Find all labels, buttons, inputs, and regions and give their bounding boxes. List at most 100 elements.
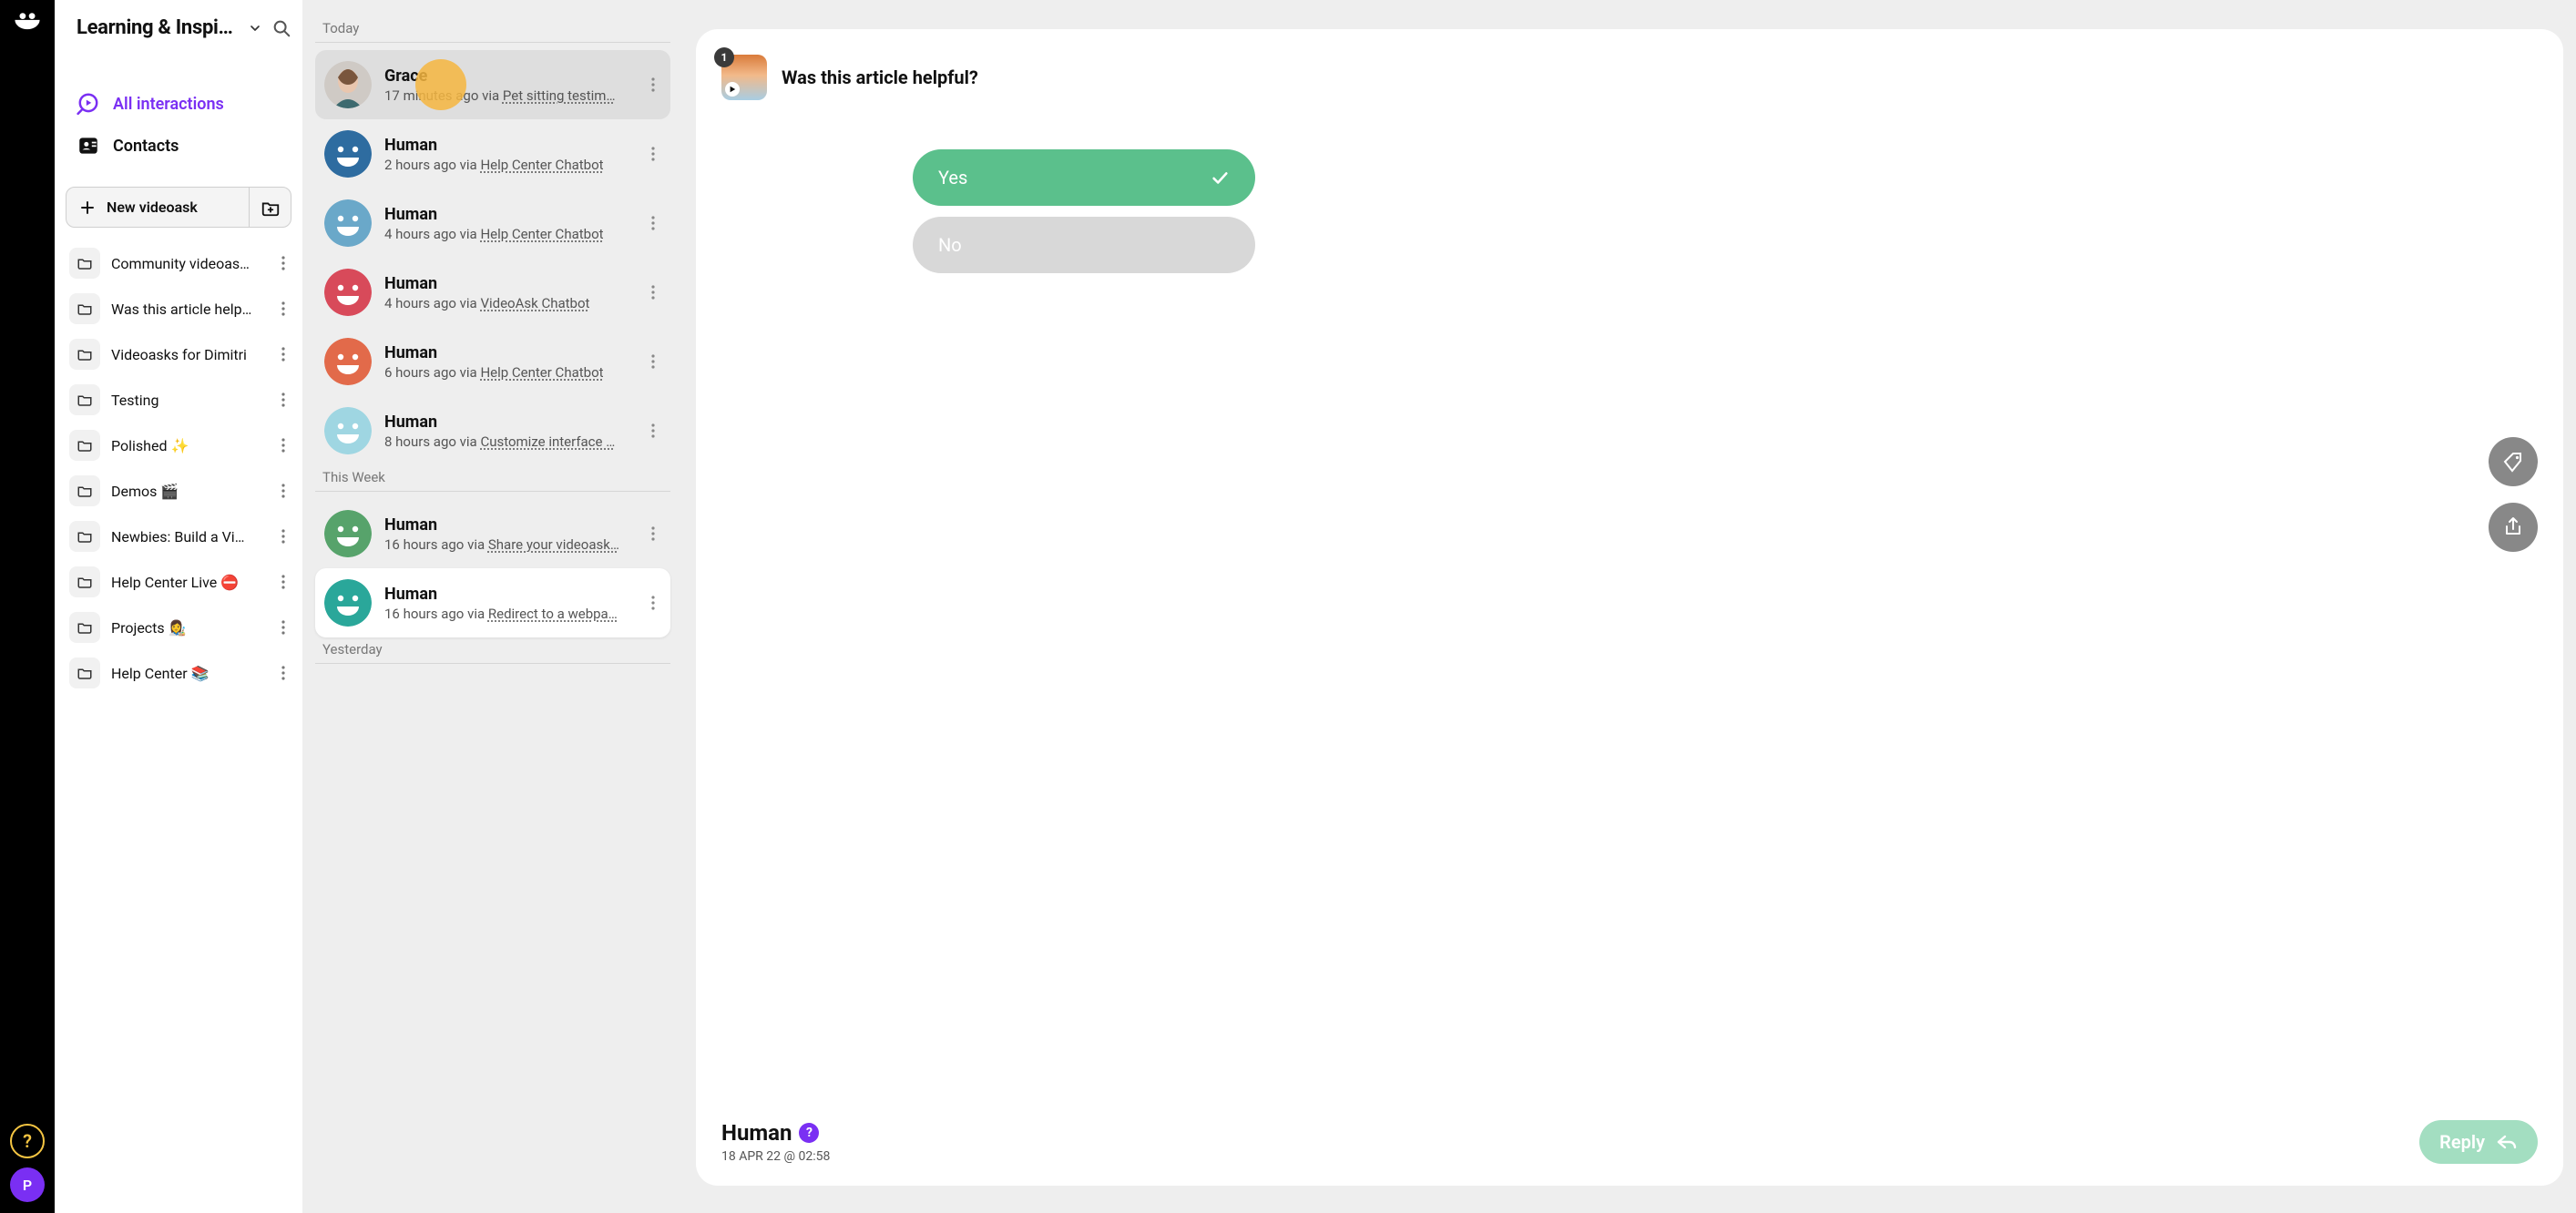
interaction-menu-button[interactable] (645, 353, 661, 370)
folder-icon (69, 566, 100, 597)
interaction-meta: 16 hours ago via Redirect to a webpa… (384, 606, 632, 622)
interaction-source-link[interactable]: VideoAsk Chatbot (480, 295, 589, 311)
interaction-meta: 4 hours ago via VideoAsk Chatbot (384, 295, 632, 311)
folder-icon (69, 475, 100, 506)
reply-button[interactable]: Reply (2419, 1120, 2538, 1164)
interaction-name: Human (384, 413, 632, 432)
interaction-item[interactable]: Human16 hours ago via Share your videoas… (315, 499, 670, 568)
sidebar: Learning & Inspi… All interactions Conta… (55, 0, 302, 1213)
interaction-source-link[interactable]: Share your videoask… (488, 536, 619, 553)
detail-panel: 1 Was this article helpful? Yes No Human… (696, 29, 2563, 1186)
folder-label: Community videoas… (111, 255, 264, 272)
interaction-menu-button[interactable] (645, 423, 661, 439)
folder-item[interactable]: Community videoas… (66, 240, 295, 286)
interaction-menu-button[interactable] (645, 595, 661, 611)
folder-menu-button[interactable] (275, 574, 291, 590)
tag-button[interactable] (2489, 437, 2538, 486)
folder-menu-button[interactable] (275, 528, 291, 545)
folder-label: Testing (111, 392, 264, 409)
folder-icon (69, 657, 100, 688)
new-videoask-label: New videoask (107, 199, 198, 216)
interaction-avatar (324, 338, 372, 385)
answer-yes-button[interactable]: Yes (913, 149, 1255, 206)
folder-icon (69, 612, 100, 643)
interaction-avatar (324, 269, 372, 316)
interaction-meta: 16 hours ago via Share your videoask… (384, 536, 632, 553)
folder-menu-button[interactable] (275, 665, 291, 681)
folder-icon (69, 430, 100, 461)
interaction-meta: 4 hours ago via Help Center Chatbot (384, 226, 632, 242)
help-button[interactable]: ? (10, 1124, 45, 1158)
interaction-meta: 8 hours ago via Customize interface … (384, 433, 632, 450)
interaction-source-link[interactable]: Help Center Chatbot (480, 364, 603, 381)
share-button[interactable] (2489, 503, 2538, 552)
interaction-item[interactable]: Human2 hours ago via Help Center Chatbot (315, 119, 670, 189)
tag-icon (2502, 451, 2524, 473)
interaction-item[interactable]: Human8 hours ago via Customize interface… (315, 396, 670, 465)
nav-all-interactions-label: All interactions (113, 95, 224, 114)
interaction-source-link[interactable]: Redirect to a webpa… (488, 606, 618, 622)
new-folder-button[interactable] (249, 188, 291, 227)
interaction-item[interactable]: Human 4 hours ago via Help Center Chatbot (315, 189, 670, 258)
interaction-source-link[interactable]: Help Center Chatbot (480, 157, 603, 173)
list-section-heading: This Week (315, 465, 670, 492)
user-avatar[interactable]: P (10, 1167, 45, 1202)
reply-icon (2496, 1131, 2518, 1153)
folder-menu-button[interactable] (275, 619, 291, 636)
folder-item[interactable]: Videoasks for Dimitri (66, 331, 295, 377)
folder-item[interactable]: Polished ✨ (66, 423, 295, 468)
folder-menu-button[interactable] (275, 483, 291, 499)
interaction-source-link[interactable]: Customize interface … (480, 433, 615, 450)
interaction-body: Human 4 hours ago via Help Center Chatbot (384, 205, 632, 242)
interaction-name: Human (384, 205, 632, 224)
folder-label: Projects 👩‍🎨 (111, 619, 264, 637)
interaction-item[interactable]: Human4 hours ago via VideoAsk Chatbot (315, 258, 670, 327)
nav-all-interactions[interactable]: All interactions (71, 83, 286, 125)
folder-icon (69, 248, 100, 279)
interaction-body: Human8 hours ago via Customize interface… (384, 413, 632, 450)
folder-menu-button[interactable] (275, 346, 291, 362)
interaction-avatar (324, 407, 372, 454)
new-videoask-button[interactable]: New videoask (66, 188, 249, 227)
folder-item[interactable]: Projects 👩‍🎨 (66, 605, 295, 650)
folder-item[interactable]: Demos 🎬 (66, 468, 295, 514)
new-videoask-row: New videoask (66, 187, 291, 228)
interaction-item[interactable]: Human6 hours ago via Help Center Chatbot (315, 327, 670, 396)
workspace-title: Learning & Inspi… (77, 16, 239, 39)
floating-actions (2489, 437, 2538, 552)
answer-no-button[interactable]: No (913, 217, 1255, 273)
interaction-item[interactable]: Human 16 hours ago via Redirect to a webp… (315, 568, 670, 637)
search-icon[interactable] (271, 18, 291, 38)
interaction-menu-button[interactable] (645, 146, 661, 162)
interaction-menu-button[interactable] (645, 215, 661, 231)
folder-label: Videoasks for Dimitri (111, 346, 264, 363)
interaction-avatar (324, 61, 372, 108)
folder-item[interactable]: Help Center Live ⛔ (66, 559, 295, 605)
interaction-source-link[interactable]: Pet sitting testim… (503, 87, 616, 104)
folder-item[interactable]: Was this article help… (66, 286, 295, 331)
interaction-name: Human (384, 343, 632, 362)
folder-label: Polished ✨ (111, 437, 264, 454)
folder-menu-button[interactable] (275, 392, 291, 408)
workspace-switcher[interactable]: Learning & Inspi… (55, 0, 302, 56)
folder-item[interactable]: Newbies: Build a Vi… (66, 514, 295, 559)
interaction-source-link[interactable]: Help Center Chatbot (480, 226, 603, 242)
interaction-name: Human (384, 136, 632, 155)
detail-header: 1 Was this article helpful? (721, 55, 2538, 100)
folder-item[interactable]: Help Center 📚 (66, 650, 295, 696)
interaction-item[interactable]: Grace17 minutes ago via Pet sitting test… (315, 50, 670, 119)
interaction-menu-button[interactable] (645, 76, 661, 93)
interaction-meta: 17 minutes ago via Pet sitting testim… (384, 87, 632, 104)
folder-menu-button[interactable] (275, 255, 291, 271)
folder-item[interactable]: Testing (66, 377, 295, 423)
folder-menu-button[interactable] (275, 301, 291, 317)
folder-label: Newbies: Build a Vi… (111, 528, 264, 545)
detail-thumbnail[interactable]: 1 (721, 55, 767, 100)
nav-contacts[interactable]: Contacts (71, 125, 286, 167)
interaction-menu-button[interactable] (645, 284, 661, 301)
interaction-name: Human (384, 585, 632, 604)
interaction-menu-button[interactable] (645, 525, 661, 542)
folder-icon (69, 521, 100, 552)
folder-menu-button[interactable] (275, 437, 291, 454)
help-icon: ? (23, 1130, 32, 1152)
